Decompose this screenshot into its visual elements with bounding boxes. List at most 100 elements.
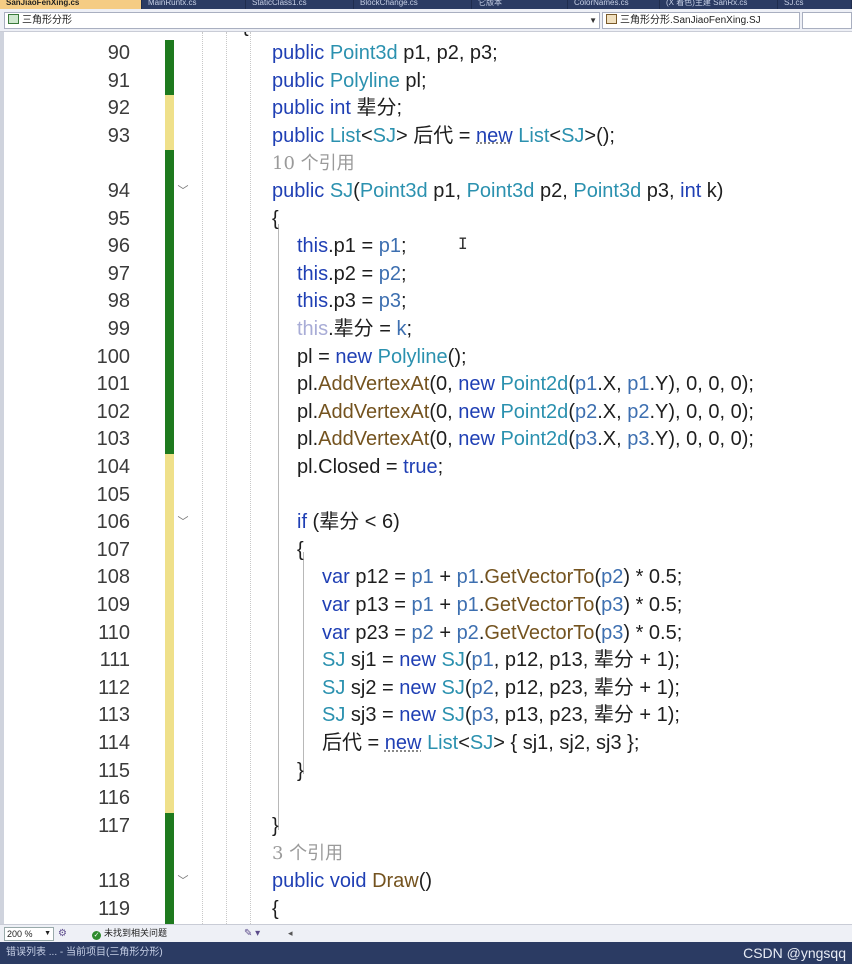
code-line[interactable]: 96 this.p1 = p1; — [0, 233, 852, 262]
document-tab[interactable]: (X 着色)主建 SanRx.cs — [660, 0, 778, 9]
code-text: public Point3d p1, p2, p3; — [272, 40, 498, 67]
code-token: public — [272, 69, 330, 92]
code-cleanup-icon[interactable]: ✎ ▾ — [244, 925, 260, 942]
code-line[interactable]: 109 var p13 = p1 + p1.GetVectorTo(p3) * 0… — [0, 592, 852, 621]
code-token: () — [418, 870, 433, 892]
code-line[interactable]: 112 SJ sj2 = new SJ(p2, p12, p23, 辈分 + 1)… — [0, 674, 852, 704]
code-line[interactable]: 97 this.p2 = p2; — [0, 260, 852, 290]
document-tab[interactable]: MainRuntx.cs — [142, 0, 246, 9]
issues-indicator[interactable]: ✓ 未找到相关问题 — [92, 925, 167, 942]
fold-toggle-icon[interactable]: ﹀ — [176, 874, 190, 888]
code-line[interactable]: 101 pl.AddVertexAt(0, new Point2d(p1.X, p… — [0, 371, 852, 400]
code-line[interactable]: 91 public Polyline pl; — [0, 67, 852, 97]
code-token: AddVertexAt — [318, 428, 430, 451]
code-line[interactable]: 95 { — [0, 205, 852, 235]
code-text: SJ sj3 = new SJ(p3, p13, p23, 辈分 + 1); — [322, 702, 680, 729]
code-token: this — [297, 235, 329, 258]
navigate-left-icon[interactable]: ◂ — [288, 925, 293, 942]
line-number: 100 — [96, 345, 130, 368]
code-editor[interactable]: { I 90public Point3d p1, p2, p3;91public… — [0, 32, 852, 924]
code-token: this — [297, 318, 329, 340]
document-tab[interactable]: 它版本 — [472, 0, 568, 9]
zoom-dropdown[interactable]: 200 % ▼ — [4, 927, 54, 941]
code-token: GetVectorTo — [484, 594, 595, 616]
fold-toggle-icon[interactable]: ﹀ — [176, 515, 190, 529]
code-text: this.p1 = p1; — [297, 233, 407, 260]
code-token: .X, — [597, 373, 628, 396]
code-token: ( — [464, 704, 472, 727]
code-text: var p12 = p1 + p1.GetVectorTo(p2) * 0.5; — [322, 564, 682, 591]
code-line[interactable]: 105 — [0, 481, 852, 511]
code-line[interactable]: 106 ﹀ if (辈分 < 6) — [0, 509, 852, 538]
code-token: public — [272, 124, 330, 147]
document-tab[interactable]: StaticClass1.cs — [246, 0, 354, 9]
project-dropdown[interactable]: 三角形分形 ▼ — [4, 12, 600, 29]
code-token: new — [458, 400, 501, 423]
code-token: SJ — [322, 704, 346, 727]
code-token: Point2d — [500, 373, 569, 396]
code-line[interactable]: 119 { — [0, 895, 852, 924]
change-marker — [165, 454, 174, 483]
code-token: ( — [353, 180, 360, 202]
code-token: p1 — [574, 373, 598, 396]
code-line[interactable]: 110 var p23 = p2 + p2.GetVectorTo(p3) * 0… — [0, 619, 852, 649]
code-token: p1, — [427, 180, 467, 202]
code-text: { — [272, 896, 279, 923]
document-tab[interactable]: SJ.cs — [778, 0, 852, 9]
code-line[interactable]: 94 ﹀ public SJ(Point3d p1, Point3d p2, Poi… — [0, 178, 852, 207]
code-line[interactable]: 93 public List<SJ> 后代 = new List<SJ>(); — [0, 122, 852, 152]
line-number: 90 — [107, 42, 130, 64]
code-token: ; — [406, 318, 413, 340]
code-line[interactable]: 100 pl = new Polyline(); — [0, 343, 852, 373]
document-tab[interactable]: BlockChange.cs — [354, 0, 472, 9]
member-dropdown-extra[interactable] — [802, 12, 852, 29]
code-text: public void Draw() — [272, 868, 432, 895]
code-line[interactable]: 116 — [0, 785, 852, 814]
code-line[interactable]: 117} — [0, 812, 852, 842]
codelens-row[interactable]: 3 个引用 — [0, 840, 852, 869]
reference-count-link[interactable]: 3 个引用 — [272, 840, 343, 867]
document-tab[interactable]: ColorNames.cs — [568, 0, 660, 9]
code-token: .p1 = — [328, 235, 379, 258]
code-text: pl.AddVertexAt(0, new Point2d(p1.X, p1.Y… — [297, 371, 754, 398]
code-line[interactable]: 113 SJ sj3 = new SJ(p3, p13, p23, 辈分 + 1)… — [0, 702, 852, 731]
codelens-row[interactable]: 10 个引用 — [0, 150, 852, 179]
document-tab[interactable]: SanJiaoFenXing.cs — [0, 0, 142, 9]
member-dropdown[interactable]: 三角形分形.SanJiaoFenXing.SJ — [602, 12, 800, 29]
change-marker — [165, 674, 174, 704]
code-line[interactable]: 114 后代 = new List<SJ> { sj1, sj2, sj3 }; — [0, 730, 852, 759]
code-token: Point3d — [573, 180, 642, 202]
code-token: > { sj1, sj2, sj3 }; — [493, 732, 640, 754]
ai-assist-icon[interactable]: ⚙ — [58, 925, 67, 942]
code-line[interactable]: 118 ﹀ public void Draw() — [0, 868, 852, 897]
code-token: sj3 = — [345, 704, 400, 727]
code-token: p3 — [601, 621, 624, 644]
code-line[interactable]: 102 pl.AddVertexAt(0, new Point2d(p2.X, p… — [0, 398, 852, 428]
code-line[interactable]: 115} — [0, 757, 852, 787]
code-line[interactable]: 111 SJ sj1 = new SJ(p1, p12, p13, 辈分 + 1)… — [0, 647, 852, 676]
code-line[interactable]: 103 pl.AddVertexAt(0, new Point2d(p3.X, p… — [0, 426, 852, 455]
reference-count-link[interactable]: 10 个引用 — [272, 150, 355, 177]
code-token: 辈分; — [356, 97, 403, 120]
code-token: , p12, p13, 辈分 + 1); — [493, 649, 680, 672]
code-token: SJ — [561, 124, 585, 147]
code-token: p3, — [641, 180, 681, 202]
code-line[interactable]: 98 this.p3 = p3; — [0, 288, 852, 317]
line-number: 110 — [98, 621, 130, 644]
line-number: 111 — [99, 649, 130, 672]
code-line[interactable]: 104 pl.Closed = true; — [0, 454, 852, 483]
code-line[interactable]: 107 { — [0, 536, 852, 566]
code-line[interactable]: 108 var p12 = p1 + p1.GetVectorTo(p2) * 0… — [0, 564, 852, 593]
code-token: GetVectorTo — [484, 621, 595, 644]
fold-toggle-icon[interactable]: ﹀ — [176, 184, 190, 198]
code-token: pl.Closed = — [297, 456, 404, 478]
code-token: .Y), 0, 0, 0); — [649, 400, 754, 423]
code-line[interactable]: 90 public Point3d p1, p2, p3; — [0, 40, 852, 69]
code-token: p1 — [411, 566, 434, 589]
code-token: List — [329, 124, 361, 147]
code-text: this.p2 = p2; — [297, 261, 407, 288]
code-line[interactable]: 92 public int 辈分; — [0, 95, 852, 124]
code-token: (0, — [429, 400, 459, 423]
change-marker — [165, 785, 174, 814]
code-line[interactable]: 99 this.辈分 = k; — [0, 316, 852, 345]
